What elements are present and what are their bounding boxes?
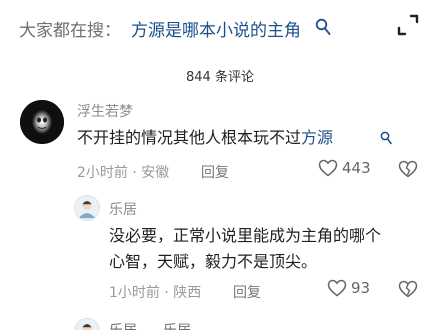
avatar-image-icon: [75, 319, 99, 330]
avatar[interactable]: [74, 318, 100, 330]
search-icon[interactable]: [380, 131, 392, 145]
comment-meta: 1小时前 · 陕西: [109, 285, 202, 301]
search-icon[interactable]: [315, 18, 331, 36]
reply-button[interactable]: 回复: [233, 282, 261, 302]
dislike-icon[interactable]: [398, 280, 418, 298]
comment-page: 大家都在搜： 方源是哪本小说的主角 844 条评论 浮生若梦 不开挂的情况其他人…: [0, 0, 440, 330]
collapse-icon[interactable]: [397, 14, 419, 36]
avatar[interactable]: [74, 195, 100, 221]
comment-author[interactable]: 浮生若梦: [77, 101, 133, 121]
heart-icon: [318, 159, 338, 177]
like-button[interactable]: 443: [318, 159, 371, 177]
comment-text-body: 不开挂的情况其他人根本玩不过: [77, 128, 302, 147]
like-count: 93: [351, 279, 371, 297]
reply-to-author[interactable]: 乐居: [163, 320, 191, 330]
like-count: 443: [342, 159, 371, 177]
comment-text: 没必要，正常小说里能成为主角的哪个 心智，天赋，毅力不是顶尖。: [109, 223, 381, 275]
avatar[interactable]: [20, 100, 64, 144]
comment-text-line: 没必要，正常小说里能成为主角的哪个: [109, 226, 382, 245]
avatar-image-icon: [75, 196, 99, 220]
comment-text-line: 心智，天赋，毅力不是顶尖。: [109, 252, 318, 271]
search-query-link[interactable]: 方源是哪本小说的主角: [131, 16, 301, 41]
heart-icon: [327, 279, 347, 297]
comment-author[interactable]: 乐居: [109, 199, 137, 219]
search-suggestion-bar[interactable]: 大家都在搜： 方源是哪本小说的主角: [0, 0, 440, 58]
like-button[interactable]: 93: [327, 279, 370, 297]
comment-author[interactable]: 乐居: [109, 320, 137, 330]
dislike-icon[interactable]: [398, 160, 418, 178]
search-prefix-label: 大家都在搜：: [19, 21, 121, 41]
comment-text: 不开挂的情况其他人根本玩不过方源: [77, 125, 333, 151]
comment-meta: 2小时前 · 安徽: [77, 165, 170, 181]
reply-button[interactable]: 回复: [201, 162, 229, 182]
keyword-link[interactable]: 方源: [301, 128, 333, 147]
avatar-image-icon: [20, 100, 64, 144]
comment-count: 844 条评论: [186, 70, 254, 85]
